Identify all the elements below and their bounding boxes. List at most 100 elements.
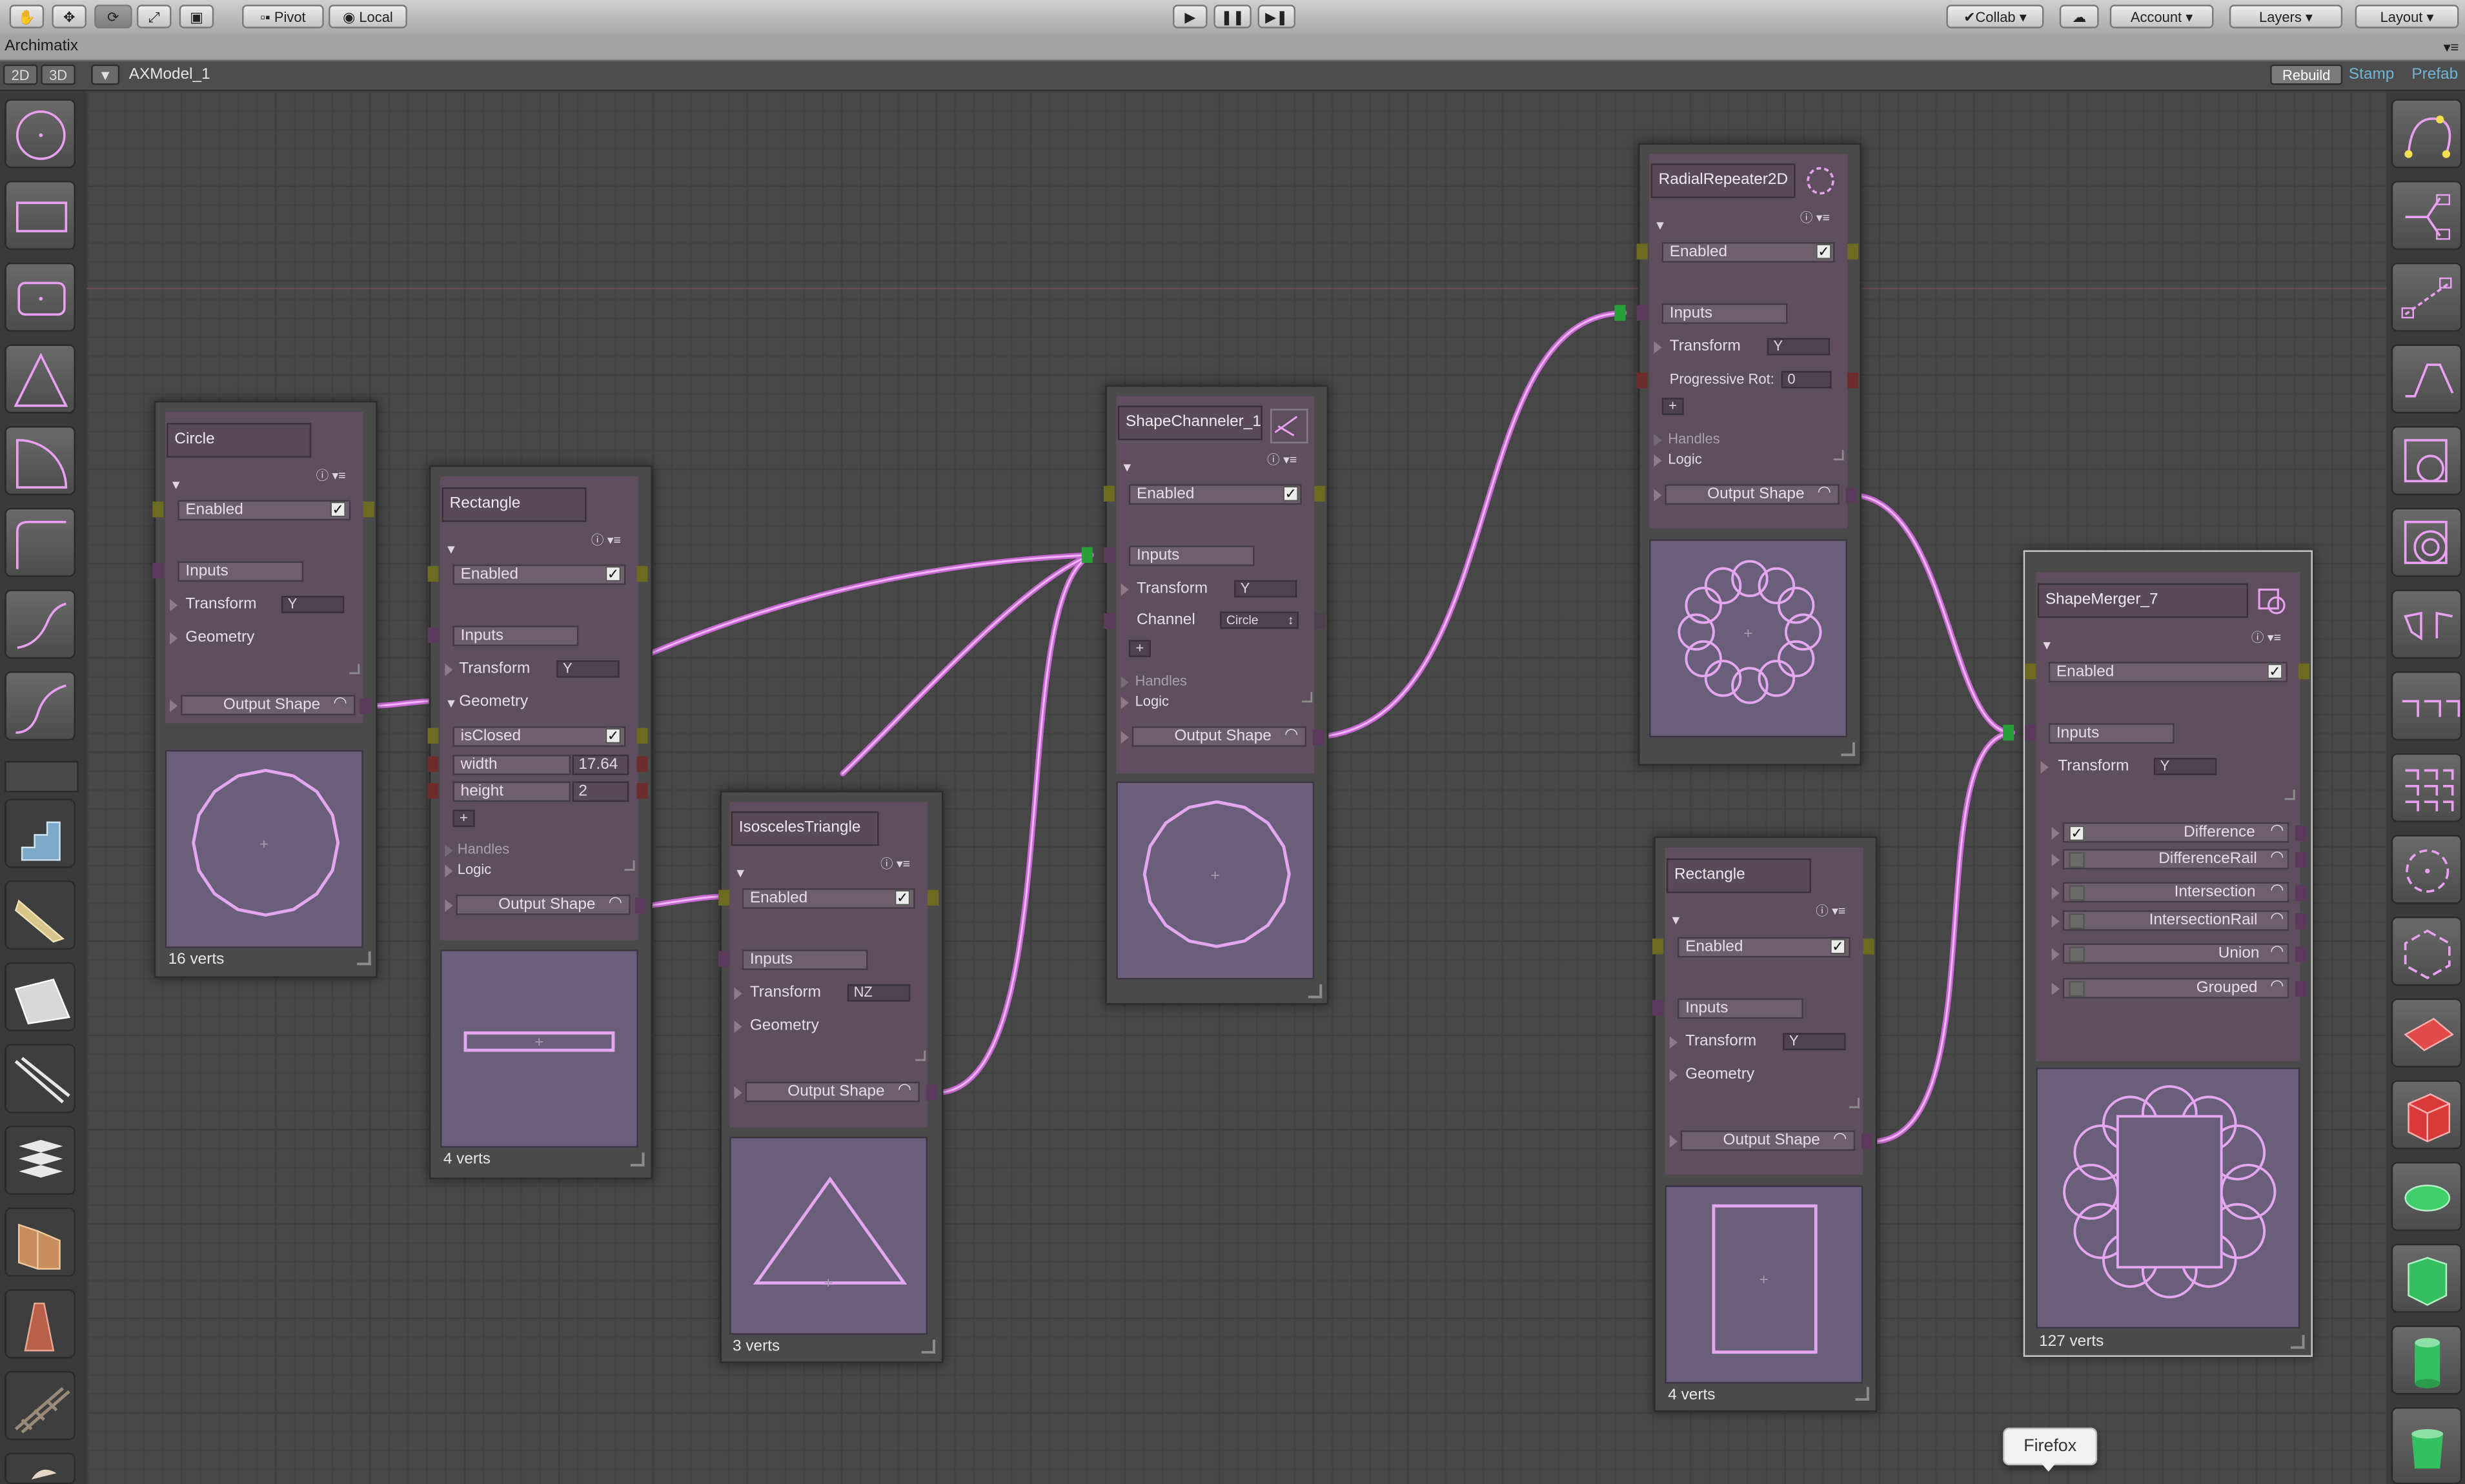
merger-difference-checkbox[interactable]: ✓ xyxy=(2069,825,2085,842)
channeler-channel-port-out[interactable] xyxy=(1314,613,1326,629)
rectangle1-enabled-row[interactable]: Enabled xyxy=(452,564,626,585)
channeler-enabled-checkbox[interactable]: ✓ xyxy=(1283,485,1299,502)
rectangle2-transform-axis[interactable]: Y xyxy=(1783,1033,1846,1051)
radial-progrot-port-in[interactable] xyxy=(1636,372,1648,389)
rectangle1-width-port-out[interactable] xyxy=(636,756,648,772)
radial-output-expander[interactable] xyxy=(1654,489,1662,502)
circle-title[interactable]: Circle xyxy=(167,423,312,458)
circle-output-expander[interactable] xyxy=(170,699,178,713)
merger-transform-axis[interactable]: Y xyxy=(2153,758,2217,775)
merger-intersectionrail-expander[interactable] xyxy=(2051,915,2060,928)
merger-info-icon[interactable]: ⓘ ▾≡ xyxy=(2251,629,2281,646)
circle-inputs-port[interactable] xyxy=(152,562,164,579)
rectangle1-height-port-out[interactable] xyxy=(636,782,648,799)
channeler-add-param-button[interactable]: + xyxy=(1128,640,1151,658)
radial-enabled-port-in[interactable] xyxy=(1636,243,1648,259)
rectangle1-collapse-icon[interactable]: ▼ xyxy=(445,542,457,556)
isosceles-inputs-row[interactable]: Inputs xyxy=(742,950,868,970)
channeler-output-row[interactable]: Output Shape ◠ xyxy=(1131,726,1307,747)
isosceles-inputs-port[interactable] xyxy=(718,951,730,967)
merger-union-checkbox[interactable] xyxy=(2069,946,2085,962)
rectangle1-isclosed-port-in[interactable] xyxy=(427,727,439,744)
channeler-output-expander[interactable] xyxy=(1121,731,1129,744)
radial-enabled-port-out[interactable] xyxy=(1847,243,1858,259)
rectangle1-add-param-button[interactable]: + xyxy=(452,809,475,828)
rectangle1-height-port-in[interactable] xyxy=(427,782,439,799)
channeler-enabled-row[interactable]: Enabled xyxy=(1128,484,1302,505)
rectangle2-info-icon[interactable]: ⓘ ▾≡ xyxy=(1816,902,1845,920)
channeler-channel-port-in[interactable] xyxy=(1103,613,1115,629)
rectangle2-enabled-row[interactable]: Enabled xyxy=(1677,937,1851,958)
rectangle1-output-port[interactable] xyxy=(635,897,647,914)
merger-type-icon[interactable] xyxy=(2255,585,2289,616)
circle-collapse-icon[interactable]: ▼ xyxy=(170,478,182,492)
radial-add-param-button[interactable]: + xyxy=(1661,398,1684,416)
rectangle1-panel-resize[interactable] xyxy=(624,860,635,871)
radial-info-icon[interactable]: ⓘ ▾≡ xyxy=(1800,209,1830,227)
radial-type-icon[interactable] xyxy=(1801,163,1839,198)
merger-difference-row[interactable]: Difference ◠ xyxy=(2062,822,2289,843)
isosceles-geometry-expander[interactable] xyxy=(734,1020,742,1033)
rectangle1-isclosed-row[interactable]: isClosed xyxy=(452,726,626,747)
radial-title[interactable]: RadialRepeater2D xyxy=(1650,163,1796,198)
merger-difference-expander[interactable] xyxy=(2051,827,2060,840)
wire-channeler-to-radial[interactable] xyxy=(1325,310,1627,739)
radial-transform-expander[interactable] xyxy=(1654,341,1662,354)
rectangle2-enabled-port-in[interactable] xyxy=(1652,939,1663,955)
isosceles-collapse-icon[interactable]: ▼ xyxy=(734,866,746,880)
isosceles-enabled-port-out[interactable] xyxy=(928,889,939,906)
isosceles-enabled-checkbox[interactable]: ✓ xyxy=(894,889,911,906)
merger-intersectionrail-row[interactable]: IntersectionRail ◠ xyxy=(2062,910,2289,931)
rectangle1-transform-axis[interactable]: Y xyxy=(556,660,620,678)
channeler-handles-expander[interactable] xyxy=(1121,676,1129,689)
merger-intersection-checkbox[interactable] xyxy=(2069,885,2085,901)
merger-title[interactable]: ShapeMerger_7 xyxy=(2037,583,2249,618)
merger-enabled-checkbox[interactable]: ✓ xyxy=(2267,663,2283,680)
merger-inputs-port-active[interactable] xyxy=(2003,724,2014,741)
channeler-channel-select[interactable]: Circle ↕ xyxy=(1220,611,1299,629)
channeler-enabled-port-in[interactable] xyxy=(1103,485,1115,502)
circle-output-port[interactable] xyxy=(360,698,371,714)
channeler-inputs-row[interactable]: Inputs xyxy=(1128,545,1255,566)
rectangle2-node-resize[interactable] xyxy=(1855,1387,1869,1401)
rectangle1-width-port-in[interactable] xyxy=(427,756,439,772)
circle-info-icon[interactable]: ⓘ ▾≡ xyxy=(316,467,346,484)
rectangle2-transform-expander[interactable] xyxy=(1669,1036,1678,1049)
radial-collapse-icon[interactable]: ▼ xyxy=(1654,219,1666,233)
wire-triangle-to-channeler[interactable] xyxy=(935,552,1094,1096)
merger-differencerail-row[interactable]: DifferenceRail ◠ xyxy=(2062,849,2289,869)
circle-enabled-port-in[interactable] xyxy=(152,501,164,518)
merger-intersectionrail-checkbox[interactable] xyxy=(2069,913,2085,930)
circle-enabled-port-out[interactable] xyxy=(363,501,374,518)
merger-intersection-row[interactable]: Intersection ◠ xyxy=(2062,882,2289,903)
radial-enabled-row[interactable]: Enabled xyxy=(1661,242,1835,263)
rectangle1-output-expander[interactable] xyxy=(445,899,453,912)
radial-inputs-port[interactable] xyxy=(1636,305,1648,321)
rectangle1-width-value[interactable]: 17.64 xyxy=(572,755,629,775)
merger-differencerail-port[interactable] xyxy=(2295,852,2307,868)
radial-inputs-port-active[interactable] xyxy=(1614,305,1626,321)
radial-transform-axis[interactable]: Y xyxy=(1767,338,1831,356)
merger-grouped-port[interactable] xyxy=(2295,981,2307,997)
channeler-info-icon[interactable]: ⓘ ▾≡ xyxy=(1267,451,1297,469)
wire-rect2-to-merger[interactable] xyxy=(1872,729,2015,1144)
channeler-node-resize[interactable] xyxy=(1308,984,1323,999)
merger-intersectionrail-port[interactable] xyxy=(2295,913,2307,930)
rectangle1-enabled-port-out[interactable] xyxy=(636,565,648,582)
radial-handles-expander[interactable] xyxy=(1654,434,1662,447)
merger-grouped-row[interactable]: Grouped ◠ xyxy=(2062,978,2289,999)
radial-panel-resize[interactable] xyxy=(1833,450,1844,461)
channeler-transform-axis[interactable]: Y xyxy=(1234,580,1297,598)
radial-node-resize[interactable] xyxy=(1841,742,1855,757)
merger-intersection-port[interactable] xyxy=(2295,885,2307,901)
merger-enabled-port-out[interactable] xyxy=(2298,663,2310,680)
merger-node-resize[interactable] xyxy=(2291,1335,2305,1349)
isosceles-output-expander[interactable] xyxy=(734,1086,742,1099)
radial-progrot-port-out[interactable] xyxy=(1847,372,1858,389)
circle-enabled-row[interactable]: Enabled xyxy=(178,500,351,521)
channeler-panel-resize[interactable] xyxy=(1302,692,1313,703)
channeler-collapse-icon[interactable]: ▼ xyxy=(1121,461,1133,475)
rectangle2-inputs-row[interactable]: Inputs xyxy=(1677,998,1803,1019)
isosceles-node-resize[interactable] xyxy=(921,1339,935,1354)
channeler-title[interactable]: ShapeChanneler_1 xyxy=(1117,405,1263,440)
